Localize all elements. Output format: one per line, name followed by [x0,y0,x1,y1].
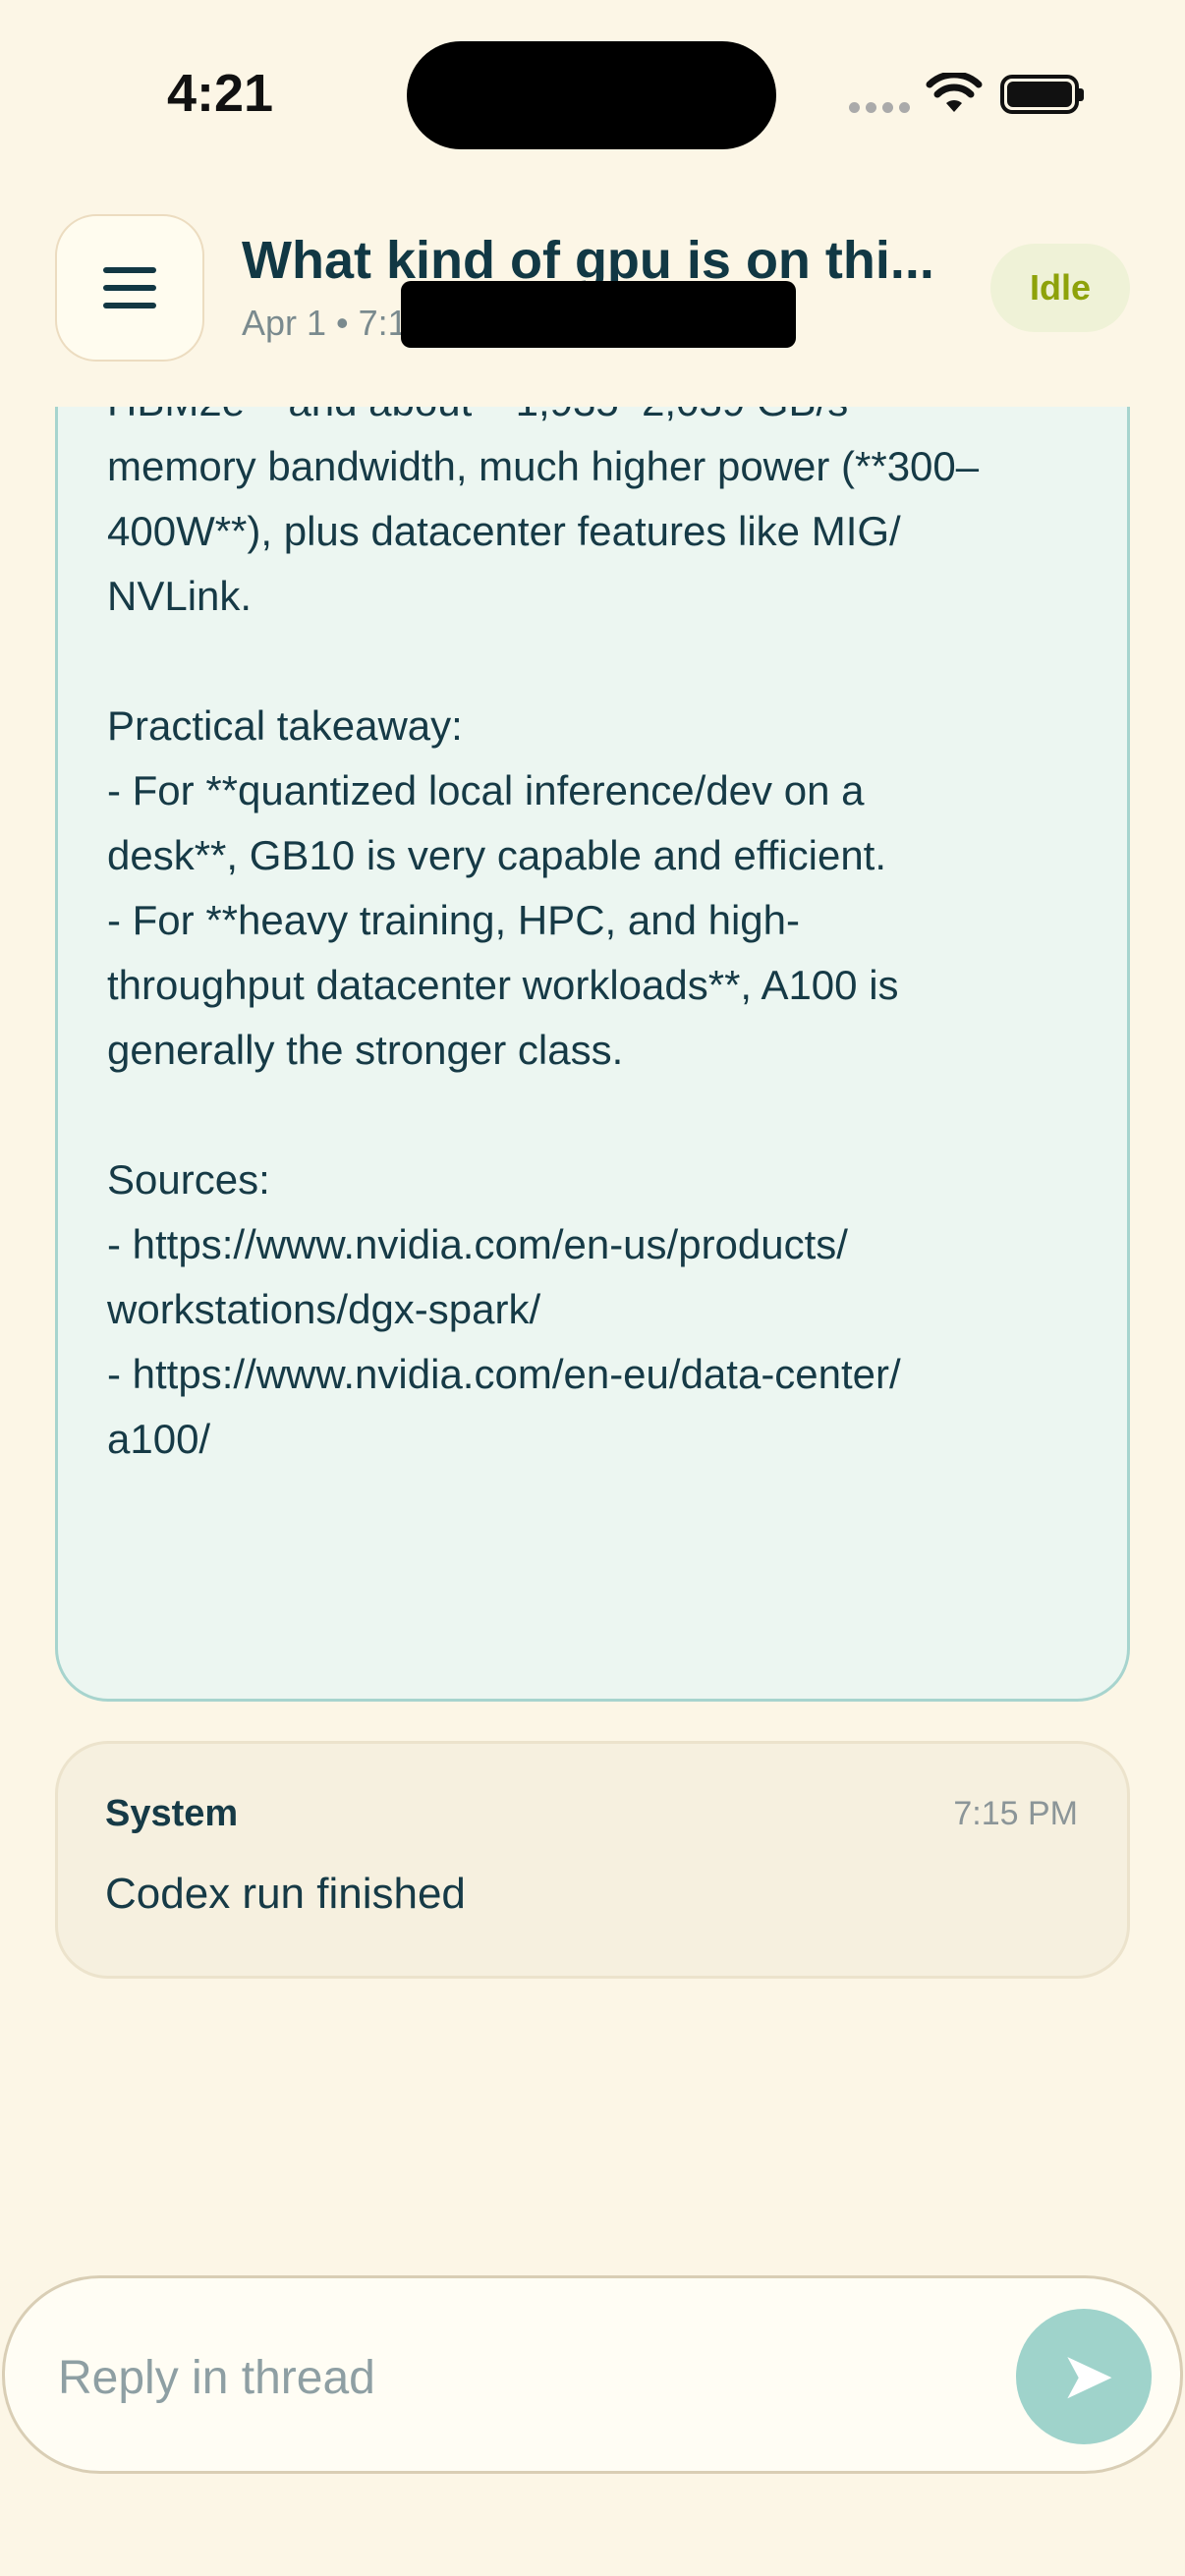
system-message: System 7:15 PM Codex run finished [55,1741,1130,1979]
wifi-icon [926,73,983,112]
send-arrow-icon: ➤ [1062,2343,1113,2409]
message-list[interactable]: - **A100**: datacenter GPU for training/… [0,407,1185,2254]
system-message-text: Codex run finished [105,1870,466,1918]
status-time: 4:21 [167,64,274,123]
send-button[interactable]: ➤ [1016,2309,1152,2444]
redaction-block [401,281,796,348]
system-message-time: 7:15 PM [953,1795,1078,1832]
dynamic-island [407,41,776,149]
cellular-signal-icon [849,102,910,113]
reply-composer [2,2275,1183,2474]
battery-icon [1000,75,1084,114]
assistant-message: - **A100**: datacenter GPU for training/… [55,407,1130,1702]
hamburger-icon [103,267,156,308]
system-message-label: System [105,1793,239,1834]
reply-input[interactable] [56,2327,984,2428]
status-badge: Idle [990,244,1130,332]
menu-button[interactable] [55,214,204,362]
assistant-message-text: - **A100**: datacenter GPU for training/… [107,407,980,1462]
